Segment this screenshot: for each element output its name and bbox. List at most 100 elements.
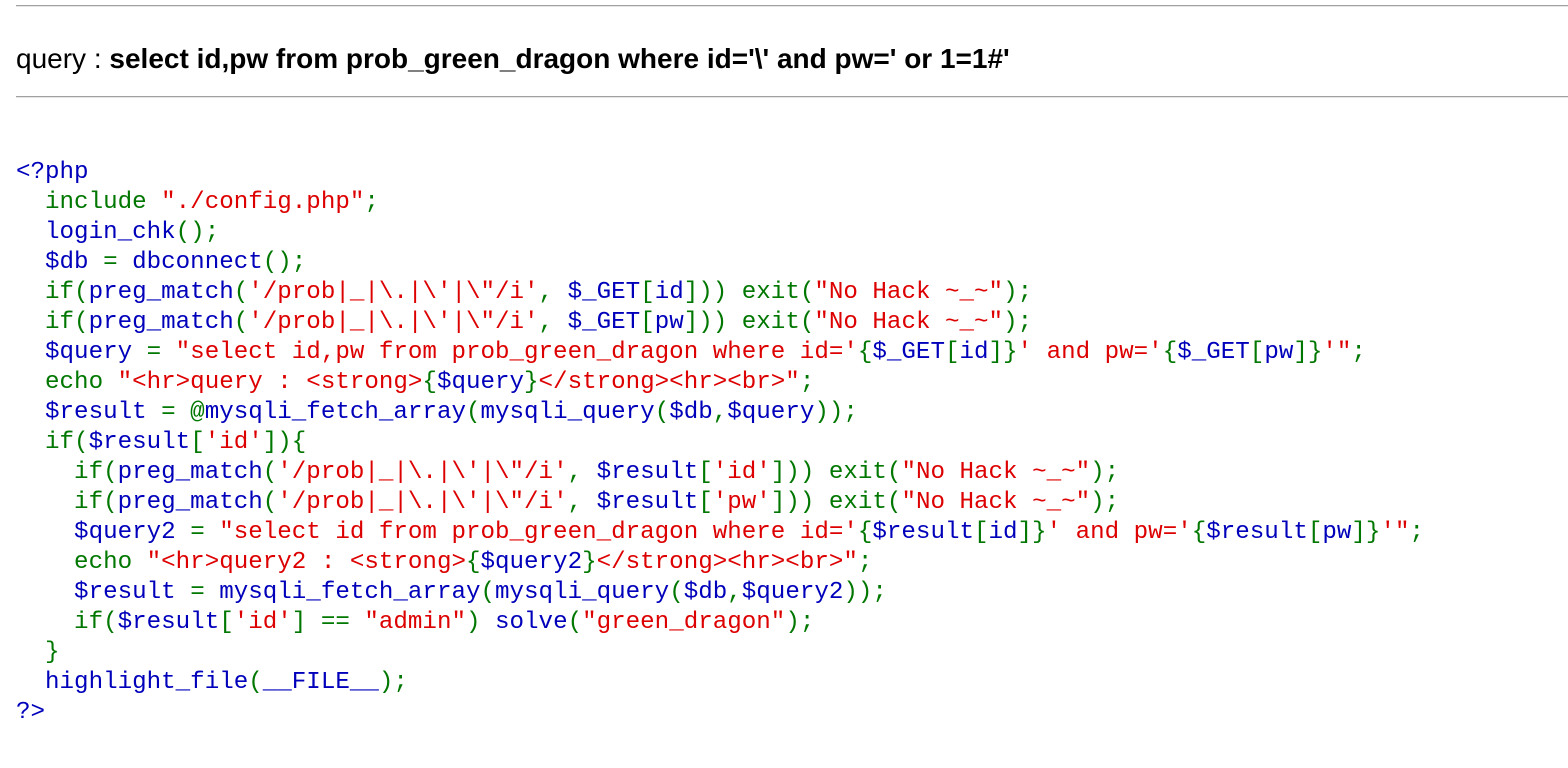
code-line: login_chk(); [16, 218, 1424, 248]
code-token: ( [480, 579, 496, 606]
code-line: echo "<hr>query : <strong>{$query}</stro… [16, 368, 1424, 398]
code-token: ); [1090, 489, 1120, 516]
code-token: ); [785, 609, 815, 636]
code-token: ' and pw=' [1017, 339, 1163, 366]
code-token: ]} [988, 339, 1018, 366]
code-token: if( [16, 459, 118, 486]
code-token: ])) exit( [683, 309, 815, 336]
code-line: highlight_file(__FILE__); [16, 668, 1424, 698]
code-token: [ [1249, 339, 1265, 366]
code-token: ) [465, 609, 496, 636]
code-token: [ [974, 519, 989, 546]
code-token: [ [219, 609, 234, 636]
code-token: "<hr>query2 : <strong> [146, 549, 466, 576]
code-token: $_GET [567, 309, 641, 336]
code-token: '/prob|_|\.|\'|\"/i' [277, 459, 568, 486]
code-token: id [959, 339, 989, 366]
code-line: if(preg_match('/prob|_|\.|\'|\"/i', $_GE… [16, 308, 1424, 338]
code-token: $query [16, 339, 147, 366]
code-token: ); [1003, 309, 1033, 336]
code-token: "select id from prob_green_dragon where … [219, 519, 858, 546]
code-token: "No Hack ~_~" [814, 279, 1004, 306]
code-token: $query [727, 399, 815, 426]
code-line: if(preg_match('/prob|_|\.|\'|\"/i', $res… [16, 458, 1424, 488]
code-token: '" [1380, 519, 1410, 546]
code-token: $_GET [567, 279, 641, 306]
code-token: } [582, 549, 597, 576]
code-token: ); [1090, 459, 1120, 486]
code-token: include [16, 189, 162, 216]
code-token: { [857, 339, 873, 366]
code-token: '/prob|_|\.|\'|\"/i' [248, 279, 539, 306]
code-token: $db [683, 579, 728, 606]
code-token: pw [1322, 519, 1352, 546]
code-token: [ [640, 309, 655, 336]
code-line: <?php [16, 158, 1424, 188]
code-token: $query [436, 369, 525, 396]
code-token: echo [16, 549, 147, 576]
code-token: ]} [1351, 519, 1381, 546]
code-token: "admin" [364, 609, 466, 636]
code-token: pw [1264, 339, 1294, 366]
code-token: , [712, 399, 728, 426]
code-token: = @ [161, 399, 205, 426]
code-token: ; [799, 369, 815, 396]
code-token: ] == [291, 609, 365, 636]
code-token: ?> [16, 699, 46, 726]
code-token: { [422, 369, 437, 396]
code-token: ])) exit( [683, 279, 815, 306]
code-token: ( [233, 309, 249, 336]
code-token: "<hr>query : <strong> [117, 369, 423, 396]
code-token: } [524, 369, 539, 396]
code-line: if(preg_match('/prob|_|\.|\'|\"/i', $res… [16, 488, 1424, 518]
code-token: mysqli_fetch_array [204, 399, 466, 426]
code-token: $result [596, 489, 699, 516]
code-token: echo [16, 369, 118, 396]
code-token: highlight_file [16, 669, 249, 696]
code-token: '/prob|_|\.|\'|\"/i' [277, 489, 568, 516]
code-token: pw [654, 309, 684, 336]
code-token: 'id' [712, 459, 771, 486]
code-token: $_GET [872, 339, 945, 366]
code-token: ( [233, 279, 249, 306]
code-token: { [857, 519, 873, 546]
code-token: ( [262, 489, 278, 516]
code-token: $result [1206, 519, 1308, 546]
code-token: $result [16, 579, 191, 606]
code-token: ])) exit( [770, 459, 902, 486]
code-line: $query2 = "select id from prob_green_dra… [16, 518, 1424, 548]
code-line: } [16, 638, 1424, 668]
code-token: ; [1409, 519, 1424, 546]
code-token: [ [698, 489, 713, 516]
code-token: if( [16, 429, 89, 456]
code-token: $_GET [1177, 339, 1250, 366]
code-line: if(preg_match('/prob|_|\.|\'|\"/i', $_GE… [16, 278, 1424, 308]
code-token: $query2 [741, 579, 844, 606]
code-token: [ [1307, 519, 1323, 546]
code-token: ; [1351, 339, 1366, 366]
code-token: , [538, 279, 568, 306]
code-token: { [1191, 519, 1207, 546]
query-label: query : [16, 43, 110, 74]
code-token: [ [944, 339, 960, 366]
code-token: ; [857, 549, 873, 576]
code-token: ( [567, 609, 583, 636]
code-token: ( [669, 579, 684, 606]
code-token: preg_match [88, 309, 234, 336]
code-token: mysqli_fetch_array [219, 579, 481, 606]
code-token: </strong><hr><br>" [596, 549, 858, 576]
code-token: , [538, 309, 568, 336]
code-line: if($result['id']){ [16, 428, 1424, 458]
code-token: ); [1003, 279, 1033, 306]
code-token: "No Hack ~_~" [901, 459, 1091, 486]
code-token: </strong><hr><br>" [538, 369, 800, 396]
code-line: if($result['id'] == "admin") solve("gree… [16, 608, 1424, 638]
query-value: select id,pw from prob_green_dragon wher… [109, 43, 1010, 74]
code-token: $result [16, 399, 162, 426]
code-token: = [103, 249, 133, 276]
code-line: $db = dbconnect(); [16, 248, 1424, 278]
code-token: ])) exit( [770, 489, 902, 516]
code-token: login_chk [16, 219, 176, 246]
code-token: '/prob|_|\.|\'|\"/i' [248, 309, 539, 336]
code-token: $db [669, 399, 713, 426]
